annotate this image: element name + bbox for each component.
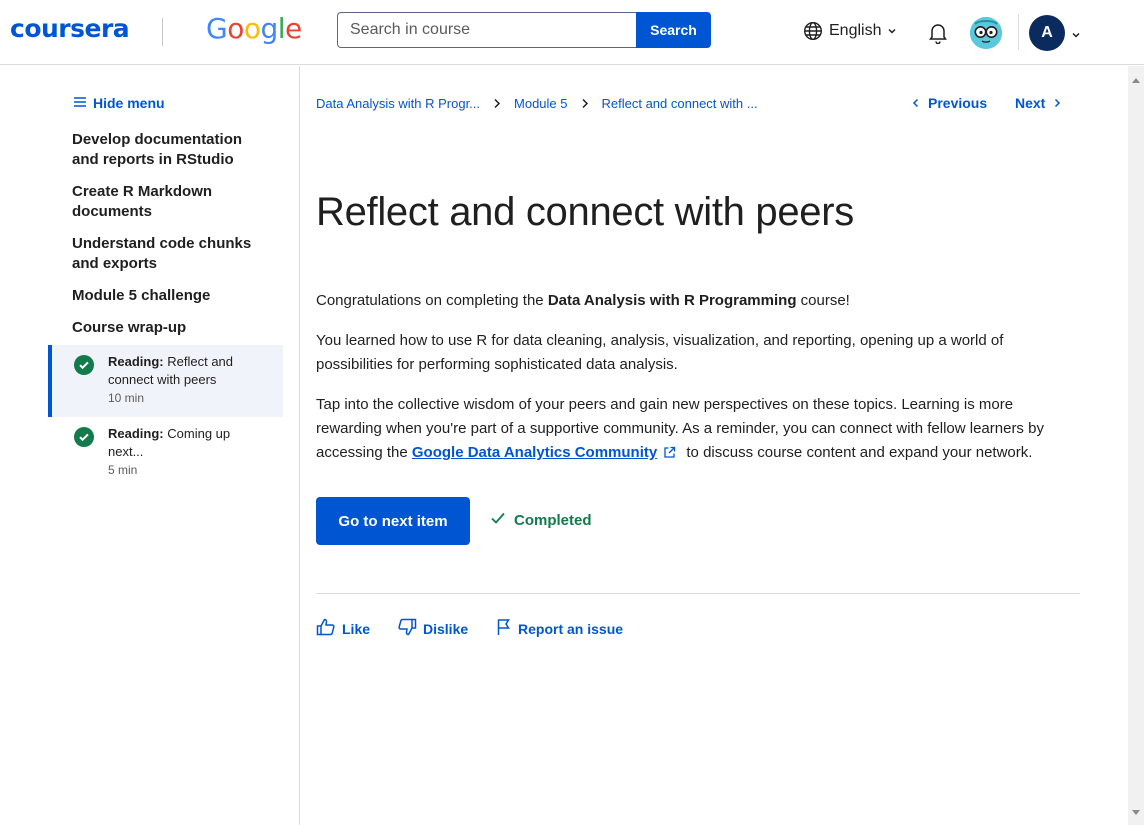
sidebar-section-r-markdown[interactable]: Create R Markdown documents xyxy=(72,182,272,222)
previous-label: Previous xyxy=(928,95,988,111)
language-label: English xyxy=(829,22,882,39)
scroll-down-arrow-icon[interactable] xyxy=(1132,803,1140,821)
page-title: Reflect and connect with peers xyxy=(316,190,854,234)
thumbs-up-icon xyxy=(316,618,336,639)
chevron-down-icon[interactable] xyxy=(1071,27,1081,45)
chevron-right-icon xyxy=(581,98,589,109)
sidebar-item-duration: 5 min xyxy=(108,463,138,477)
sidebar-section-documentation[interactable]: Develop documentation and reports in RSt… xyxy=(72,130,272,170)
course-sidebar: Hide menu Develop documentation and repo… xyxy=(0,66,300,825)
previous-button[interactable]: Previous xyxy=(912,95,987,111)
hide-menu-label: Hide menu xyxy=(93,95,165,111)
flag-icon xyxy=(496,618,512,639)
scroll-up-arrow-icon[interactable] xyxy=(1132,70,1140,88)
next-label: Next xyxy=(1015,95,1046,111)
like-label: Like xyxy=(342,620,371,637)
language-selector[interactable]: English xyxy=(803,21,897,41)
chevron-right-icon xyxy=(1053,95,1061,111)
google-logo[interactable]: Google xyxy=(206,12,302,45)
page-scrollbar[interactable] xyxy=(1128,66,1144,825)
bell-icon[interactable] xyxy=(928,22,948,49)
thumbs-down-icon xyxy=(397,618,417,639)
logo-divider xyxy=(162,18,163,46)
breadcrumb: Data Analysis with R Progr... Module 5 R… xyxy=(316,96,758,111)
hamburger-icon xyxy=(73,95,87,111)
chevron-down-icon xyxy=(887,26,897,36)
report-issue-button[interactable]: Report an issue xyxy=(496,618,623,639)
learner-mascot-icon[interactable] xyxy=(970,17,1002,49)
breadcrumb-current-item[interactable]: Reflect and connect with ... xyxy=(602,96,758,111)
paragraph-summary: You learned how to use R for data cleani… xyxy=(316,332,1004,373)
sidebar-item-coming-up-next[interactable]: Reading: Coming up next... 5 min xyxy=(48,417,283,489)
paragraph-congratulations: Congratulations on completing the Data A… xyxy=(316,292,850,309)
report-issue-label: Report an issue xyxy=(518,620,624,637)
like-button[interactable]: Like xyxy=(316,618,370,639)
search-button[interactable]: Search xyxy=(636,12,711,48)
paragraph-community: Tap into the collective wisdom of your p… xyxy=(316,393,1071,467)
sidebar-section-course-wrap-up[interactable]: Course wrap-up xyxy=(72,318,272,338)
breadcrumb-course[interactable]: Data Analysis with R Progr... xyxy=(316,96,480,111)
go-to-next-item-button[interactable]: Go to next item xyxy=(316,497,470,545)
sidebar-section-code-chunks[interactable]: Understand code chunks and exports xyxy=(72,234,272,274)
sidebar-item-reflect-and-connect[interactable]: Reading: Reflect and connect with peers … xyxy=(48,345,283,417)
check-circle-icon xyxy=(74,427,94,447)
globe-icon xyxy=(803,21,823,41)
external-link-icon xyxy=(663,443,676,467)
coursera-logo[interactable]: coursera xyxy=(10,14,130,43)
dislike-button[interactable]: Dislike xyxy=(397,618,468,639)
sidebar-item-label: Reading: Coming up next... xyxy=(108,426,231,459)
chevron-left-icon xyxy=(912,95,920,111)
completed-status: Completed xyxy=(490,511,592,529)
checkmark-icon xyxy=(490,511,506,529)
check-circle-icon xyxy=(74,355,94,375)
chevron-right-icon xyxy=(493,98,501,109)
next-button[interactable]: Next xyxy=(1015,95,1061,111)
hide-menu-button[interactable]: Hide menu xyxy=(73,95,165,111)
divider xyxy=(316,593,1080,594)
sidebar-item-label: Reading: Reflect and connect with peers xyxy=(108,354,234,387)
community-link[interactable]: Google Data Analytics Community xyxy=(412,444,657,461)
completed-label: Completed xyxy=(514,511,592,529)
sidebar-item-duration: 10 min xyxy=(108,391,145,405)
avatar[interactable]: A xyxy=(1029,15,1065,51)
top-header: coursera Google Search English A xyxy=(0,0,1144,65)
main-content: Data Analysis with R Progr... Module 5 R… xyxy=(300,66,1130,825)
search-input[interactable] xyxy=(337,12,637,48)
breadcrumb-module[interactable]: Module 5 xyxy=(514,96,567,111)
header-divider xyxy=(1018,14,1019,50)
dislike-label: Dislike xyxy=(423,620,469,637)
sidebar-section-module-5-challenge[interactable]: Module 5 challenge xyxy=(72,286,272,306)
